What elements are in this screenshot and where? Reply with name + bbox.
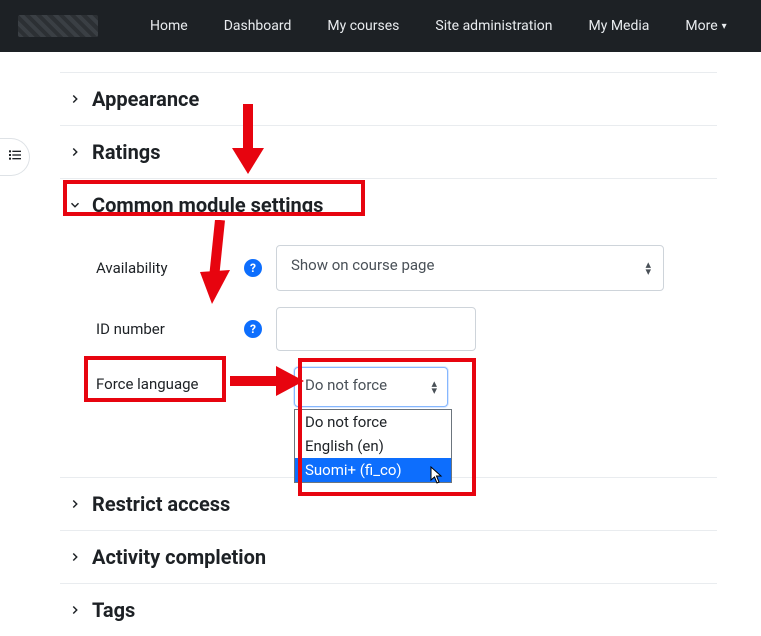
updown-icon: ▴▾ <box>431 380 437 394</box>
list-icon <box>7 147 23 167</box>
common-module-body: Availability ? Show on course page ▴▾ ID… <box>60 231 717 453</box>
section-activity-completion-title: Activity completion <box>92 545 266 569</box>
section-appearance[interactable]: Appearance <box>60 72 717 125</box>
nav-home-label: Home <box>150 18 188 34</box>
option-label: Do not force <box>305 413 387 431</box>
option-label: English (en) <box>305 437 384 455</box>
field-availability: Availability ? Show on course page ▴▾ <box>60 237 717 299</box>
chevron-right-icon <box>68 145 82 159</box>
updown-icon: ▴▾ <box>645 261 651 275</box>
force-language-value: Do not force <box>305 376 387 394</box>
option-do-not-force[interactable]: Do not force <box>295 410 451 434</box>
nav-my-media-label: My Media <box>589 18 650 34</box>
nav-site-admin-label: Site administration <box>435 18 552 34</box>
cursor-icon <box>429 466 445 484</box>
option-english[interactable]: English (en) <box>295 434 451 458</box>
availability-label: Availability <box>96 259 168 277</box>
chevron-right-icon <box>68 92 82 106</box>
section-activity-completion[interactable]: Activity completion <box>60 530 717 583</box>
force-language-dropdown: Do not force ▴▾ Do not force English (en… <box>294 367 448 407</box>
settings-sections: Entries Appearance Ratings Common module… <box>60 40 717 636</box>
force-language-select[interactable]: Do not force ▴▾ <box>294 367 448 407</box>
section-restrict-access-title: Restrict access <box>92 492 230 516</box>
availability-value: Show on course page <box>291 256 434 274</box>
id-number-input[interactable] <box>276 307 476 351</box>
id-number-label: ID number <box>96 320 165 338</box>
section-common-module[interactable]: Common module settings <box>60 178 717 231</box>
force-language-label: Force language <box>96 375 198 393</box>
section-common-module-title: Common module settings <box>92 193 323 217</box>
nav-more-label: More <box>685 18 717 34</box>
help-icon[interactable]: ? <box>244 320 262 338</box>
chevron-down-icon <box>68 198 82 212</box>
open-index-drawer-button[interactable] <box>0 138 30 176</box>
id-number-label-wrap: ID number ? <box>96 320 276 338</box>
field-id-number: ID number ? <box>60 299 717 359</box>
nav-dashboard-label: Dashboard <box>224 18 292 34</box>
nav-my-courses-label: My courses <box>327 18 399 34</box>
chevron-right-icon <box>68 497 82 511</box>
option-suomi[interactable]: Suomi+ (fi_co) <box>295 458 451 482</box>
help-icon[interactable]: ? <box>244 259 262 277</box>
section-ratings-title: Ratings <box>92 140 161 164</box>
force-language-options: Do not force English (en) Suomi+ (fi_co) <box>294 409 452 483</box>
section-ratings[interactable]: Ratings <box>60 125 717 178</box>
field-force-language: Force language Do not force ▴▾ Do not fo… <box>60 359 717 449</box>
chevron-right-icon <box>68 550 82 564</box>
option-label: Suomi+ (fi_co) <box>305 461 402 479</box>
availability-select[interactable]: Show on course page ▴▾ <box>276 245 664 291</box>
brand-logo[interactable] <box>18 15 98 37</box>
force-language-label-wrap: Force language <box>96 367 276 393</box>
section-appearance-title: Appearance <box>92 87 199 111</box>
section-restrict-access[interactable]: Restrict access <box>60 477 717 530</box>
chevron-down-icon: ▾ <box>722 21 727 32</box>
section-tags-title: Tags <box>92 598 135 622</box>
availability-label-wrap: Availability ? <box>96 259 276 277</box>
section-tags[interactable]: Tags <box>60 583 717 636</box>
section-entries[interactable]: Entries <box>60 40 717 72</box>
chevron-right-icon <box>68 603 82 617</box>
